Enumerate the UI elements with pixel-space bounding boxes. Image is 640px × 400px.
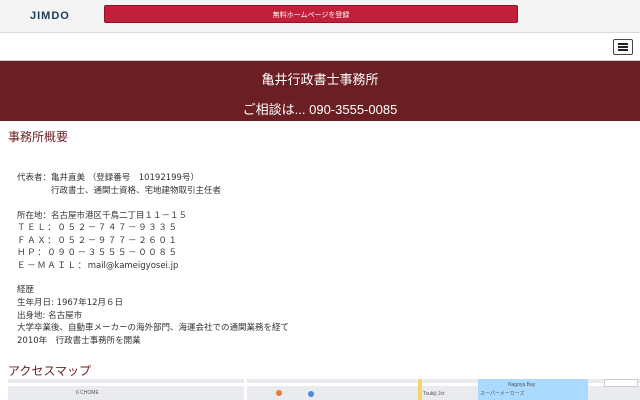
career-line-2: 2010年 行政書士事務所を開業 bbox=[17, 336, 141, 346]
career-heading: 経歴 bbox=[17, 285, 35, 295]
site-title[interactable]: 亀井行政書士事務所 bbox=[0, 69, 640, 88]
birth-line: 生年月日: 1967年12月６日 bbox=[17, 298, 124, 308]
access-heading: アクセスマップ bbox=[8, 364, 92, 378]
access-map[interactable]: 6 CHOME Nagoya Bay スーパーメーカーズ Tsukiji Jct bbox=[8, 379, 640, 400]
map-label: Nagoya Bay bbox=[508, 382, 536, 388]
map-label: 6 CHOME bbox=[76, 390, 99, 396]
hp-line: ＨＰ：０９０－３５５５－００８５ bbox=[17, 248, 179, 258]
register-button[interactable]: 無料ホームページを登録 bbox=[104, 5, 518, 23]
rep-line: 代表者：亀井直美 （登録番号 10192199号） bbox=[17, 173, 199, 183]
map-road bbox=[244, 379, 247, 400]
jimdo-top-bar: JIMDO 無料ホームページを登録 bbox=[0, 0, 640, 33]
map-highway bbox=[418, 379, 422, 400]
overview-heading: 事務所概要 bbox=[8, 130, 69, 144]
map-poi-icon[interactable] bbox=[276, 390, 282, 396]
career-line-1: 大学卒業後、自動車メーカーの海外部門、海運会社での通関業務を経て bbox=[17, 323, 290, 333]
email-label: Ｅ－ＭＡＩＬ： bbox=[17, 261, 88, 271]
hamburger-menu-icon[interactable] bbox=[613, 39, 633, 55]
email-link[interactable]: mail@kameigyosei.jp bbox=[88, 261, 179, 271]
email-line: Ｅ－ＭＡＩＬ：mail@kameigyosei.jp bbox=[17, 259, 178, 271]
map-label: スーパーメーカーズ bbox=[480, 391, 525, 397]
nav-row bbox=[0, 33, 640, 61]
tel-line: ＴＥＬ：０５２－７４７－９３３５ bbox=[17, 223, 179, 233]
qualifications-line: 行政書士、通関士資格、宅地建物取引主任者 bbox=[51, 186, 222, 196]
fax-line: ＦＡＸ：０５２－９７７－２６０１ bbox=[17, 236, 179, 246]
map-label: Tsukiji Jct bbox=[423, 391, 445, 397]
address-line: 所在地：名古屋市港区千鳥二丁目１１－１５ bbox=[17, 211, 188, 221]
contact-phone: ご相談は... 090-3555-0085 bbox=[242, 102, 398, 117]
map-fullscreen-button[interactable] bbox=[604, 379, 638, 387]
site-header: 亀井行政書士事務所 ご相談は... 090-3555-0085 bbox=[0, 61, 640, 121]
jimdo-logo[interactable]: JIMDO bbox=[30, 10, 70, 22]
birthplace-line: 出身地: 名古屋市 bbox=[17, 311, 83, 321]
map-poi-icon[interactable] bbox=[308, 391, 314, 397]
